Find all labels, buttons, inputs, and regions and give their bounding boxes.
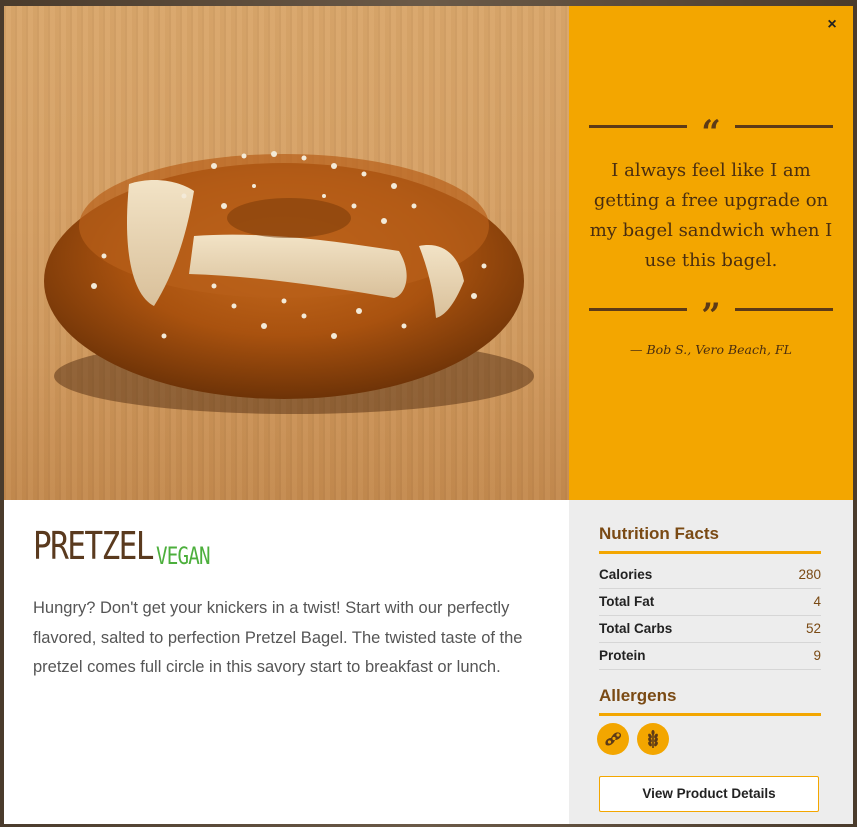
nutrition-row-calories: Calories 280	[599, 562, 821, 589]
open-quote-icon: “	[701, 113, 721, 153]
nutrition-table: Calories 280 Total Fat 4 Total Carbs 52 …	[599, 562, 821, 670]
nutrition-label: Total Carbs	[599, 621, 673, 636]
nutrition-panel: Nutrition Facts Calories 280 Total Fat 4…	[569, 500, 853, 824]
nutrition-row-protein: Protein 9	[599, 643, 821, 670]
allergen-list	[597, 723, 669, 755]
quote-rule-bottom-right	[735, 308, 833, 311]
allergens-heading: Allergens	[599, 686, 821, 716]
soy-icon[interactable]	[597, 723, 629, 755]
quote-rule-bottom-left	[589, 308, 687, 311]
nutrition-label: Total Fat	[599, 594, 655, 609]
product-modal: × “ I always feel like I am getting a fr…	[4, 6, 853, 824]
product-description: Hungry? Don't get your knickers in a twi…	[33, 599, 523, 676]
nutrition-label: Calories	[599, 567, 653, 582]
product-title: PRETZEL	[33, 524, 154, 568]
close-button[interactable]: ×	[823, 16, 841, 34]
nutrition-value: 4	[813, 594, 821, 609]
product-photo	[4, 6, 569, 500]
nutrition-value: 9	[813, 648, 821, 663]
vegan-badge: VEGAN	[156, 542, 211, 570]
nutrition-row-total-carbs: Total Carbs 52	[599, 616, 821, 643]
testimonial-author: — Bob S., Vero Beach, FL	[630, 342, 792, 357]
product-info: PRETZEL VEGAN Hungry? Don't get your kni…	[4, 500, 569, 824]
testimonial-panel: × “ I always feel like I am getting a fr…	[569, 6, 853, 500]
quote-rule-top-right	[735, 125, 833, 128]
close-quote-icon: ”	[701, 296, 721, 336]
wheat-icon[interactable]	[637, 723, 669, 755]
nutrition-heading: Nutrition Facts	[599, 524, 821, 554]
view-product-details-button[interactable]: View Product Details	[599, 776, 819, 812]
testimonial-quote: I always feel like I am getting a free u…	[589, 160, 833, 271]
nutrition-value: 280	[798, 567, 821, 582]
nutrition-value: 52	[805, 621, 821, 636]
nutrition-label: Protein	[599, 648, 646, 663]
nutrition-row-total-fat: Total Fat 4	[599, 589, 821, 616]
quote-rule-top-left	[589, 125, 687, 128]
